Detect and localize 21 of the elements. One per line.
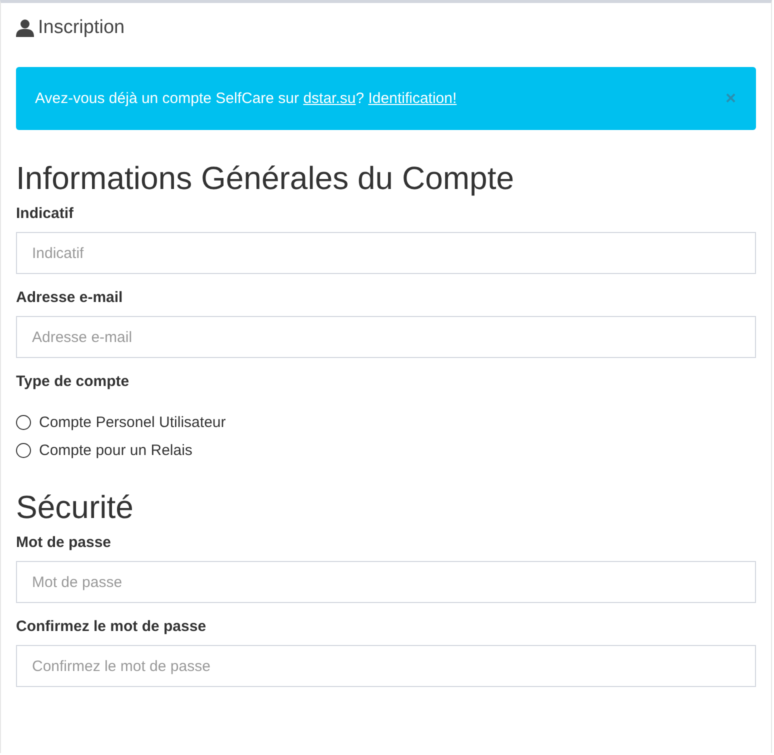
input-field[interactable]: Confirmez le mot de passe bbox=[16, 645, 756, 687]
input-field[interactable]: Adresse e-mail bbox=[16, 316, 756, 358]
alert-link[interactable]: dstar.su bbox=[303, 90, 356, 107]
field-label: Type de compte bbox=[16, 372, 130, 392]
input-field[interactable]: Mot de passe bbox=[16, 561, 756, 603]
panel-title: Inscription bbox=[38, 17, 125, 39]
section-heading: Sécurité bbox=[16, 488, 134, 527]
close-button[interactable]: × bbox=[725, 88, 736, 109]
radio-button[interactable] bbox=[16, 415, 31, 430]
field-label: Adresse e-mail bbox=[16, 288, 124, 308]
radio-label: Compte pour un Relais bbox=[39, 442, 192, 459]
input-field[interactable]: Indicatif bbox=[16, 232, 756, 274]
field-label: Mot de passe bbox=[16, 533, 112, 553]
radio-label: Compte Personel Utilisateur bbox=[39, 414, 226, 431]
field-label: Confirmez le mot de passe bbox=[16, 617, 208, 637]
alert-link[interactable]: Identification! bbox=[368, 90, 457, 107]
radio-button[interactable] bbox=[16, 443, 31, 458]
section-heading: Informations Générales du Compte bbox=[16, 159, 516, 198]
alert-message: Avez-vous déjà un compte SelfCare sur dstar.su? Identification! bbox=[35, 90, 457, 107]
user-icon bbox=[16, 19, 34, 37]
field-label: Indicatif bbox=[16, 204, 75, 224]
